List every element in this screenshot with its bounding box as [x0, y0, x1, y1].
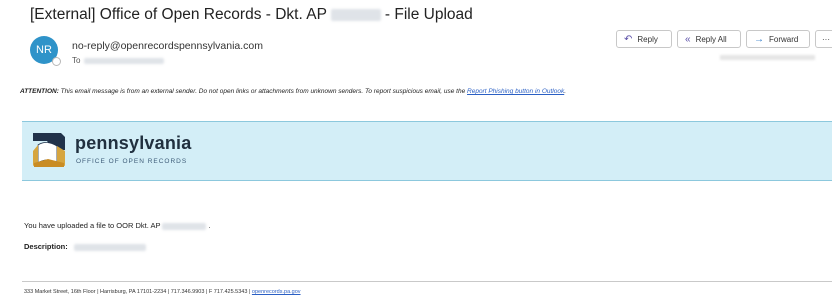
reply-all-button[interactable]: « Reply All	[677, 30, 741, 48]
description-label: Description:	[24, 242, 68, 251]
subject-suffix: - File Upload	[384, 6, 473, 23]
external-sender-warning: ATTENTION: This email message is from an…	[20, 87, 820, 97]
upload-text: You have uploaded a file to OOR Dkt. AP	[24, 221, 161, 230]
reply-label: Reply	[637, 34, 658, 44]
upload-suffix: .	[208, 221, 211, 230]
attention-text: This email message is from an external s…	[58, 88, 468, 95]
presence-status-icon	[52, 57, 61, 66]
reply-button[interactable]: ↶ Reply	[616, 30, 672, 48]
brand-name: pennsylvania	[75, 133, 192, 153]
forward-label: Forward	[769, 34, 799, 44]
upload-message: You have uploaded a file to OOR Dkt. AP.	[24, 221, 211, 230]
redacted-docket-number	[330, 8, 381, 21]
sender-address[interactable]: no-reply@openrecordspennsylvania.com	[72, 40, 263, 52]
avatar-initials: NR	[36, 44, 52, 56]
redacted-description	[73, 243, 146, 251]
footer-website-link[interactable]: openrecords.pa.gov	[252, 289, 301, 295]
redacted-docket-number	[162, 222, 207, 230]
forward-icon: →	[754, 33, 764, 45]
to-label: To	[72, 56, 81, 65]
redacted-recipient	[84, 57, 165, 64]
attention-end: .	[564, 88, 567, 95]
more-actions-button[interactable]: ···	[815, 30, 832, 48]
report-phishing-link[interactable]: Report Phishing button in Outlook	[467, 88, 564, 95]
recipient-row: To	[72, 56, 165, 65]
reply-all-label: Reply All	[695, 34, 727, 44]
subject-prefix: [External] Office of Open Records - Dkt.…	[30, 6, 327, 23]
more-icon: ···	[822, 34, 830, 44]
reply-all-icon: «	[685, 33, 691, 45]
description-row: Description:	[24, 242, 146, 251]
footer-address: 333 Market Street, 16th Floor | Harrisbu…	[24, 289, 252, 295]
footer-contact: 333 Market Street, 16th Floor | Harrisbu…	[24, 289, 301, 295]
forward-button[interactable]: → Forward	[746, 30, 810, 48]
footer-divider	[22, 281, 832, 282]
brand-subtitle: OFFICE OF OPEN RECORDS	[76, 158, 188, 165]
redacted-date	[720, 55, 815, 60]
pennsylvania-keystone-logo-icon	[33, 133, 65, 167]
email-subject: [External] Office of Open Records - Dkt.…	[30, 6, 473, 24]
attention-label: ATTENTION:	[20, 88, 59, 95]
reply-icon: ↶	[624, 33, 633, 45]
